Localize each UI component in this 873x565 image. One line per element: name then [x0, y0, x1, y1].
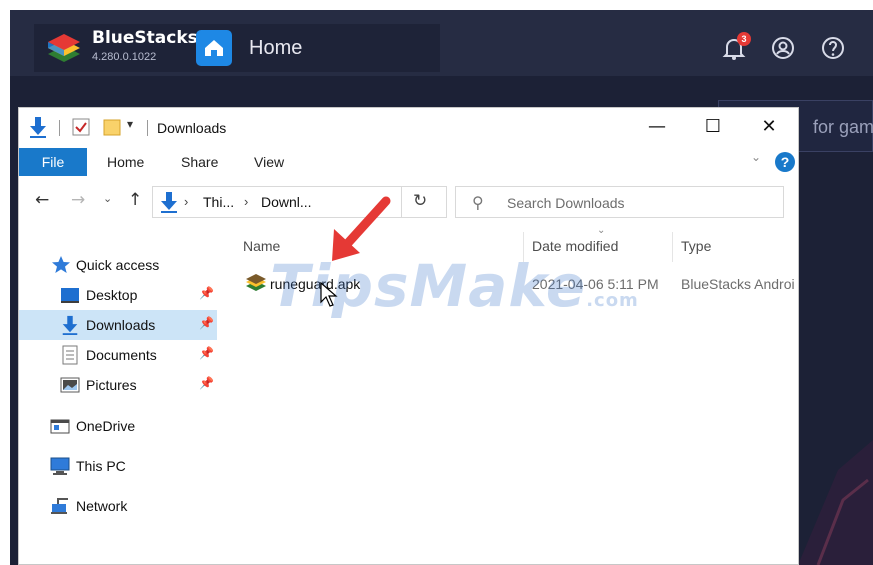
new-folder-icon[interactable] [103, 118, 121, 136]
breadcrumb-downloads[interactable]: Downl... [261, 194, 312, 210]
sidebar-item-documents[interactable]: Documents 📌 [19, 340, 217, 370]
pictures-icon [60, 377, 80, 393]
red-pointer-arrow-icon [332, 196, 391, 261]
sidebar-item-network[interactable]: Network [19, 491, 217, 521]
home-tab-label[interactable]: Home [249, 37, 302, 60]
recent-locations-chevron-icon[interactable]: ⌄ [103, 192, 112, 205]
file-explorer-window: ▾ Downloads — ☐ ✕ File Home Share View ⌄… [18, 107, 799, 565]
watermark-text: TipsMake [270, 252, 587, 320]
tab-file[interactable]: File [19, 148, 87, 176]
sidebar-item-label: Quick access [76, 257, 160, 273]
bluestacks-apk-icon [246, 274, 266, 291]
minimize-button[interactable]: — [629, 108, 685, 146]
pc-icon [50, 457, 70, 475]
background-decoration [798, 440, 873, 565]
pin-icon[interactable]: 📌 [199, 346, 214, 360]
sidebar-item-label: Downloads [86, 317, 156, 333]
sidebar-item-desktop[interactable]: Desktop 📌 [19, 280, 217, 310]
download-arrow-icon [30, 117, 46, 138]
bluestacks-version: 4.280.0.1022 [92, 51, 157, 63]
quick-access-toolbar-dropdown[interactable]: ▾ [127, 117, 133, 131]
help-button-icon[interactable]: ? [775, 152, 795, 172]
onedrive-icon [50, 419, 70, 434]
download-folder-icon [161, 192, 177, 213]
bluestacks-app-name: BlueStacks [92, 28, 198, 48]
qat-separator [59, 120, 60, 136]
window-title: Downloads [157, 120, 227, 136]
file-type: BlueStacks Androi [681, 276, 795, 292]
column-header-type[interactable]: Type [681, 238, 711, 254]
maximize-button[interactable]: ☐ [685, 108, 741, 146]
star-icon [52, 256, 70, 273]
pin-icon[interactable]: 📌 [199, 286, 214, 300]
search-icon: ⚲ [472, 193, 484, 212]
forward-arrow-icon[interactable]: → [71, 190, 85, 210]
breadcrumb-this-pc[interactable]: Thi... [203, 194, 234, 210]
navigation-pane: Quick access Desktop 📌 Downloads 📌 Docum… [19, 238, 217, 565]
address-bar[interactable]: › Thi... › Downl... ⌄ ↻ [152, 186, 447, 218]
sidebar-item-pictures[interactable]: Pictures 📌 [19, 370, 217, 400]
download-icon [62, 315, 78, 335]
sidebar-item-label: OneDrive [76, 418, 136, 434]
tab-home[interactable]: Home [107, 148, 144, 176]
back-arrow-icon[interactable]: ← [35, 190, 49, 210]
navigation-bar: ← → ⌄ ↑ › Thi... › Downl... ⌄ ↻ ⚲ Search… [19, 180, 798, 224]
tab-view[interactable]: View [254, 148, 284, 176]
up-arrow-icon[interactable]: ↑ [128, 190, 142, 210]
sidebar-item-onedrive[interactable]: OneDrive [19, 411, 217, 441]
breadcrumb-separator[interactable]: › [244, 194, 248, 209]
sidebar-item-label: Desktop [86, 287, 138, 303]
pin-icon[interactable]: 📌 [199, 316, 214, 330]
sidebar-item-label: This PC [76, 458, 126, 474]
search-input[interactable]: ⚲ Search Downloads [455, 186, 784, 218]
sort-chevron-icon: ⌄ [597, 226, 606, 236]
ribbon: File Home Share View ⌄ ? [19, 148, 798, 176]
sidebar-item-label: Documents [86, 347, 157, 363]
home-icon[interactable] [196, 30, 232, 66]
help-icon[interactable] [820, 35, 846, 61]
sidebar-item-downloads[interactable]: Downloads 📌 [19, 310, 217, 340]
refresh-icon[interactable]: ↻ [413, 191, 427, 211]
address-divider [401, 187, 402, 217]
sidebar-item-label: Network [76, 498, 128, 514]
title-bar[interactable]: ▾ Downloads — ☐ ✕ [19, 108, 798, 146]
account-icon[interactable] [770, 35, 796, 61]
tab-share[interactable]: Share [181, 148, 218, 176]
desktop-icon [61, 288, 79, 303]
search-placeholder: Search Downloads [507, 195, 625, 211]
notification-badge: 3 [737, 32, 751, 46]
network-icon [51, 498, 68, 514]
document-icon [62, 345, 78, 365]
mouse-cursor-icon [320, 282, 338, 307]
close-button[interactable]: ✕ [741, 108, 797, 146]
qat-separator [147, 120, 148, 136]
breadcrumb-separator[interactable]: › [184, 194, 188, 209]
bluestacks-logo-icon [48, 34, 80, 62]
sidebar-item-this-pc[interactable]: This PC [19, 451, 217, 481]
bluestacks-topbar: BlueStacks 4.280.0.1022 Home 3 [10, 10, 873, 76]
column-divider[interactable] [672, 232, 673, 262]
pin-icon[interactable]: 📌 [199, 376, 214, 390]
sidebar-item-label: Pictures [86, 377, 137, 393]
properties-icon[interactable] [72, 118, 90, 136]
watermark-suffix: .com [586, 290, 639, 311]
bluestacks-search-placeholder: for gam [813, 117, 873, 137]
bluestacks-brand: BlueStacks 4.280.0.1022 [34, 24, 440, 72]
expand-ribbon-chevron-icon[interactable]: ⌄ [751, 150, 761, 164]
sidebar-item-quick-access[interactable]: Quick access [19, 250, 217, 280]
